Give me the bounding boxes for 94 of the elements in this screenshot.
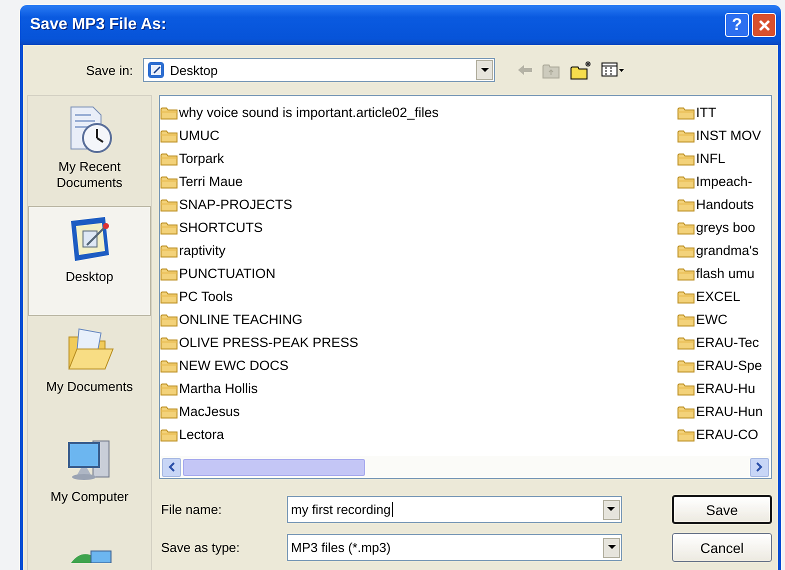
folder-icon [677, 244, 695, 258]
places-item[interactable]: My Documents [28, 316, 151, 426]
folder-icon [160, 128, 178, 142]
folder-item[interactable]: UMUC [160, 124, 677, 147]
folder-item[interactable]: why voice sound is important.article02_files [160, 101, 677, 124]
folder-item[interactable]: NEW EWC DOCS [160, 354, 677, 377]
folder-icon [677, 290, 695, 304]
scroll-right-button[interactable] [750, 458, 769, 476]
save-as-type-dropdown[interactable]: MP3 files (*.mp3) [287, 534, 622, 561]
folder-item[interactable]: Lectora [160, 423, 677, 446]
folder-item[interactable]: PC Tools [160, 285, 677, 308]
folder-item[interactable]: Martha Hollis [160, 377, 677, 400]
folder-icon [677, 220, 695, 234]
right-chevron-icon [756, 462, 763, 472]
folder-icon [677, 198, 695, 212]
caret-icon [607, 507, 616, 512]
folder-icon [677, 358, 695, 372]
folder-icon [160, 336, 178, 350]
folder-icon [677, 128, 695, 142]
folder-icon [160, 152, 178, 166]
folder-item[interactable]: ERAU-Hu [677, 377, 771, 400]
desktop-icon [147, 61, 165, 79]
folder-item[interactable]: ITT [677, 101, 771, 124]
save-button[interactable]: Save [672, 495, 772, 524]
folder-icon [160, 404, 178, 418]
save-as-type-value: MP3 files (*.mp3) [291, 540, 392, 555]
folder-item[interactable]: ERAU-CO [677, 423, 771, 446]
help-button[interactable]: ? [725, 13, 749, 37]
caret-icon [608, 545, 616, 550]
dropdown-button[interactable] [476, 60, 493, 80]
folder-item[interactable]: ONLINE TEACHING [160, 308, 677, 331]
folder-icon [677, 312, 695, 326]
folder-item[interactable]: MacJesus [160, 400, 677, 423]
folder-item[interactable]: SNAP-PROJECTS [160, 193, 677, 216]
folder-item[interactable]: EWC [677, 308, 771, 331]
folder-icon [160, 106, 178, 120]
folder-item[interactable]: greys boo [677, 216, 771, 239]
folder-icon [160, 220, 178, 234]
folder-item[interactable]: flash umu [677, 262, 771, 285]
folder-icon [677, 404, 695, 418]
folder-icon [160, 198, 178, 212]
file-name-field[interactable]: my first recording [287, 496, 622, 523]
folder-item[interactable]: OLIVE PRESS-PEAK PRESS [160, 331, 677, 354]
folder-icon [160, 174, 178, 188]
dropdown-button[interactable] [602, 500, 620, 520]
window-title: Save MP3 File As: [30, 16, 166, 34]
folder-item[interactable]: Handouts [677, 193, 771, 216]
folder-icon [677, 382, 695, 396]
folder-icon [160, 266, 178, 280]
folder-item[interactable]: Impeach- [677, 170, 771, 193]
horizontal-scrollbar[interactable] [160, 456, 771, 478]
caret-icon [480, 68, 488, 72]
folder-icon [160, 428, 178, 442]
folder-item[interactable]: INFL [677, 147, 771, 170]
save-in-value: Desktop [170, 62, 219, 78]
folder-icon [160, 290, 178, 304]
folder-item[interactable]: Torpark [160, 147, 677, 170]
folder-icon [677, 266, 695, 280]
close-icon [758, 18, 770, 32]
cancel-button[interactable]: Cancel [672, 533, 772, 562]
new-folder-icon[interactable] [569, 60, 593, 80]
places-item[interactable]: My Recent Documents [28, 96, 151, 206]
folder-item[interactable]: raptivity [160, 239, 677, 262]
folder-icon [160, 244, 178, 258]
save-as-type-label: Save as type: [160, 540, 241, 555]
folder-icon [160, 358, 178, 372]
folder-item[interactable]: ERAU-Tec [677, 331, 771, 354]
view-menu-icon[interactable] [601, 62, 625, 78]
save-in-dropdown[interactable]: Desktop [143, 58, 495, 82]
places-item[interactable]: My Computer [28, 426, 151, 536]
folder-icon [160, 382, 178, 396]
save-in-label: Save in: [85, 62, 134, 78]
folder-item[interactable]: grandma's [677, 239, 771, 262]
folder-icon [160, 312, 178, 326]
folder-icon [677, 428, 695, 442]
folder-item[interactable]: EXCEL [677, 285, 771, 308]
scrollbar-thumb[interactable] [183, 458, 365, 476]
scroll-left-button[interactable] [162, 458, 181, 476]
folder-item[interactable]: SHORTCUTS [160, 216, 677, 239]
folder-item[interactable]: Terri Maue [160, 170, 677, 193]
places-item[interactable]: Desktop [28, 206, 151, 316]
file-name-label: File name: [160, 502, 223, 517]
file-name-value: my first recording [291, 502, 393, 517]
close-button[interactable] [752, 13, 776, 37]
dropdown-button[interactable] [603, 538, 620, 558]
folder-item[interactable]: PUNCTUATION [160, 262, 677, 285]
folder-icon [677, 174, 695, 188]
folder-icon [677, 152, 695, 166]
folder-item[interactable]: ERAU-Spe [677, 354, 771, 377]
left-chevron-icon [168, 462, 175, 472]
folder-icon [677, 336, 695, 350]
folder-item[interactable]: INST MOV [677, 124, 771, 147]
folder-item[interactable]: ERAU-Hun [677, 400, 771, 423]
folder-icon [677, 106, 695, 120]
